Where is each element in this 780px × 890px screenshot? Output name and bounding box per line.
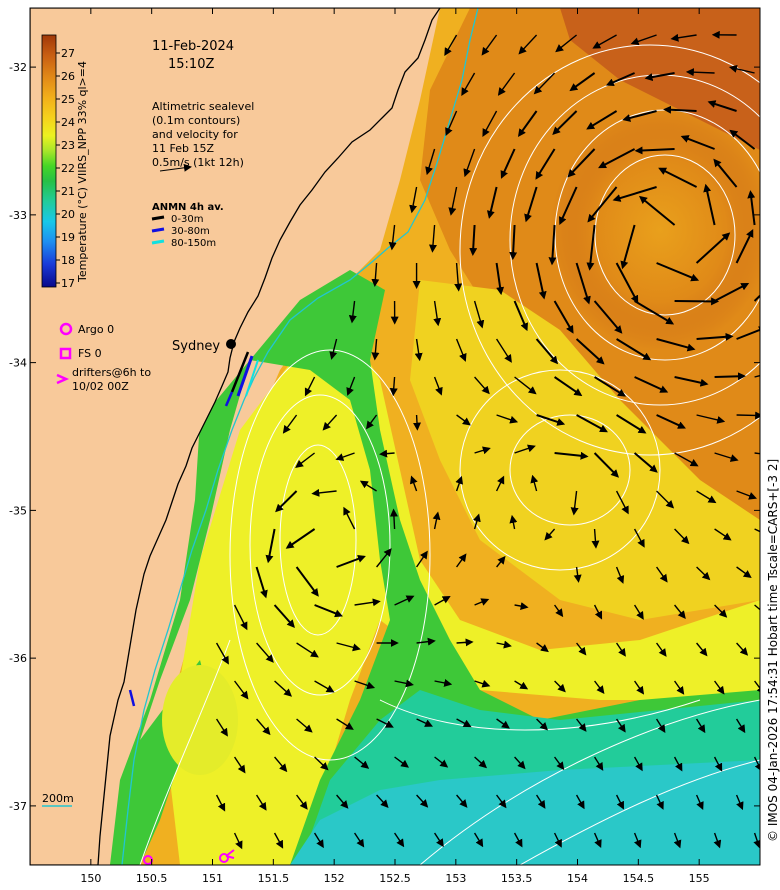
altimetry-line-4: 11 Feb 15Z [152,142,214,155]
y-tick-label: -37 [9,800,27,813]
x-tick-label: 151.5 [258,872,290,885]
x-tick-label: 152.5 [379,872,411,885]
drifters-line-1: drifters@6h to [72,366,151,379]
colorbar-tick-label: 21 [61,185,75,198]
anmn-legend-title: ANMN 4h av. [152,202,224,213]
fs-count: FS 0 [78,347,102,360]
colorbar-tick-label: 23 [61,139,75,152]
colorbar-tick-label: 17 [61,277,75,290]
isobath-label: 200m [42,792,74,805]
anmn-item-deep: 80-150m [171,238,216,249]
sst-map-figure: Sydney 27 26 25 24 23 22 21 20 19 18 17 Temperatur… [9,7,780,885]
velocity-arrow [389,508,398,530]
colorbar-tick-label: 25 [61,93,75,106]
colorbar-tick-label: 24 [61,116,75,129]
y-tick-label: -36 [9,652,27,665]
x-tick-label: 153 [445,872,466,885]
x-tick-label: 150.5 [136,872,168,885]
coastal-eddy-patch [162,665,238,775]
sydney-marker [226,339,236,349]
colorbar-swatch [41,34,57,288]
colorbar-tick-label: 22 [61,162,75,175]
x-tick-label: 154 [567,872,588,885]
colorbar-tick-label: 27 [61,47,75,60]
map-time: 15:10Z [168,57,214,72]
sydney-label: Sydney [172,339,220,354]
y-tick-label: -33 [9,209,27,222]
warm-eddy-patch [550,110,760,350]
y-tick-label: -35 [9,504,27,517]
x-tick-label: 154.5 [623,872,655,885]
velocity-arrow [456,638,474,647]
colorbar-tick-label: 26 [61,70,75,83]
colorbar-tick-label: 20 [61,208,75,221]
colorbar-tick-label: 19 [61,231,75,244]
anmn-item-shallow: 0-30m [171,214,203,225]
velocity-arrow [736,411,760,420]
x-tick-label: 155 [689,872,710,885]
colorbar-label: Temperature (°C) VIIRS_NPP 33% ql>=4 [76,61,89,283]
velocity-arrow [413,414,421,431]
argo-count: Argo 0 [78,323,114,336]
altimetry-line-5: 0.5m/s (1kt 12h) [152,156,244,169]
x-tick-label: 152 [324,872,345,885]
colorbar-tick-label: 18 [61,254,75,267]
altimetry-line-1: Altimetric sealevel [152,100,254,113]
x-tick-label: 151 [202,872,223,885]
x-tick-label: 150 [80,872,101,885]
credit-text: © IMOS 04-Jan-2026 17:54:31 Hobart time … [766,459,780,842]
velocity-arrow [714,372,746,381]
x-tick-label: 153.5 [501,872,533,885]
map-date: 11-Feb-2024 [152,39,234,54]
drifters-line-2: 10/02 00Z [72,380,129,393]
anmn-swatch-deep [151,239,165,245]
anmn-swatch-shallow [151,215,165,221]
altimetry-line-2: (0.1m contours) [152,114,240,127]
y-tick-label: -34 [9,357,27,370]
altimetry-line-3: and velocity for [152,128,238,141]
y-tick-label: -32 [9,61,27,74]
anmn-item-mid: 30-80m [171,226,210,237]
anmn-swatch-mid [151,227,165,233]
